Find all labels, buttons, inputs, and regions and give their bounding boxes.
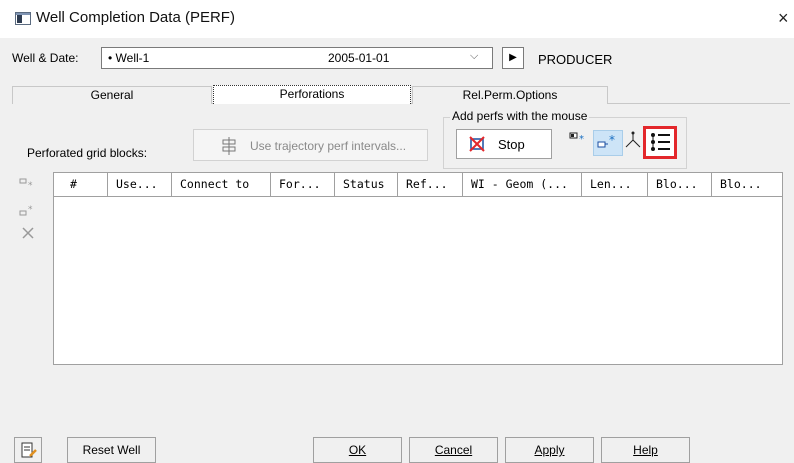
perforations-table[interactable]: # Use... Connect to For... Status Ref...… bbox=[53, 172, 783, 365]
well-date-label: Well & Date: bbox=[12, 51, 79, 65]
add-perf-icon[interactable]: * bbox=[569, 131, 587, 150]
notes-button[interactable] bbox=[14, 437, 42, 463]
column-header[interactable]: # bbox=[54, 173, 108, 196]
add-perf-active-icon[interactable]: * bbox=[593, 130, 623, 156]
table-header: # Use... Connect to For... Status Ref...… bbox=[54, 173, 782, 197]
help-button[interactable]: Help bbox=[601, 437, 690, 463]
svg-text:*: * bbox=[609, 133, 615, 147]
chevron-down-icon: ⌵ bbox=[470, 50, 479, 62]
app-icon bbox=[15, 12, 31, 25]
tab-bar: General Perforations Rel.Perm.Options bbox=[12, 85, 790, 104]
svg-text:*: * bbox=[28, 205, 33, 215]
column-header[interactable]: Len... bbox=[582, 173, 648, 196]
stop-label: Stop bbox=[498, 137, 525, 152]
side-insert-icon[interactable]: * bbox=[18, 204, 38, 221]
well-date-dropdown[interactable]: • Well-1 2005-01-01 ⌵ bbox=[101, 47, 493, 69]
column-header[interactable]: WI - Geom (... bbox=[463, 173, 582, 196]
notes-icon bbox=[21, 442, 37, 462]
column-header[interactable]: Ref... bbox=[398, 173, 463, 196]
tab-rel-perm-options[interactable]: Rel.Perm.Options bbox=[412, 86, 608, 104]
column-header[interactable]: Status bbox=[335, 173, 398, 196]
stop-icon bbox=[469, 136, 485, 152]
use-trajectory-label: Use trajectory perf intervals... bbox=[250, 139, 407, 153]
stop-button[interactable]: Stop bbox=[456, 129, 552, 159]
branch-icon[interactable] bbox=[624, 131, 642, 152]
close-icon[interactable]: × bbox=[778, 8, 789, 28]
svg-text:*: * bbox=[579, 134, 584, 145]
well-name: • Well-1 bbox=[108, 51, 150, 65]
column-header[interactable]: Blo... bbox=[712, 173, 782, 196]
add-perfs-group-title: Add perfs with the mouse bbox=[450, 109, 590, 123]
column-header[interactable]: Connect to bbox=[172, 173, 271, 196]
tab-general[interactable]: General bbox=[12, 86, 212, 104]
trajectory-icon bbox=[222, 137, 236, 158]
tab-perforations[interactable]: Perforations bbox=[213, 85, 411, 104]
perforated-grid-blocks-label: Perforated grid blocks: bbox=[27, 146, 148, 160]
column-header[interactable]: For... bbox=[271, 173, 335, 196]
svg-text:*: * bbox=[28, 181, 33, 190]
well-type-label: PRODUCER bbox=[538, 52, 613, 67]
column-header[interactable]: Use... bbox=[108, 173, 172, 196]
use-trajectory-button[interactable]: Use trajectory perf intervals... bbox=[193, 129, 428, 161]
list-icon[interactable] bbox=[643, 126, 677, 159]
title-bar: Well Completion Data (PERF) × bbox=[0, 0, 794, 38]
side-add-icon[interactable]: * bbox=[18, 176, 38, 193]
cancel-button[interactable]: Cancel bbox=[409, 437, 498, 463]
apply-button[interactable]: Apply bbox=[505, 437, 594, 463]
window-title: Well Completion Data (PERF) bbox=[36, 9, 235, 26]
column-header[interactable]: Blo... bbox=[648, 173, 712, 196]
side-delete-icon[interactable] bbox=[18, 226, 38, 243]
reset-well-button[interactable]: Reset Well bbox=[67, 437, 156, 463]
well-date: 2005-01-01 bbox=[328, 51, 390, 65]
play-icon[interactable]: ▶ bbox=[502, 47, 524, 69]
ok-button[interactable]: OK bbox=[313, 437, 402, 463]
